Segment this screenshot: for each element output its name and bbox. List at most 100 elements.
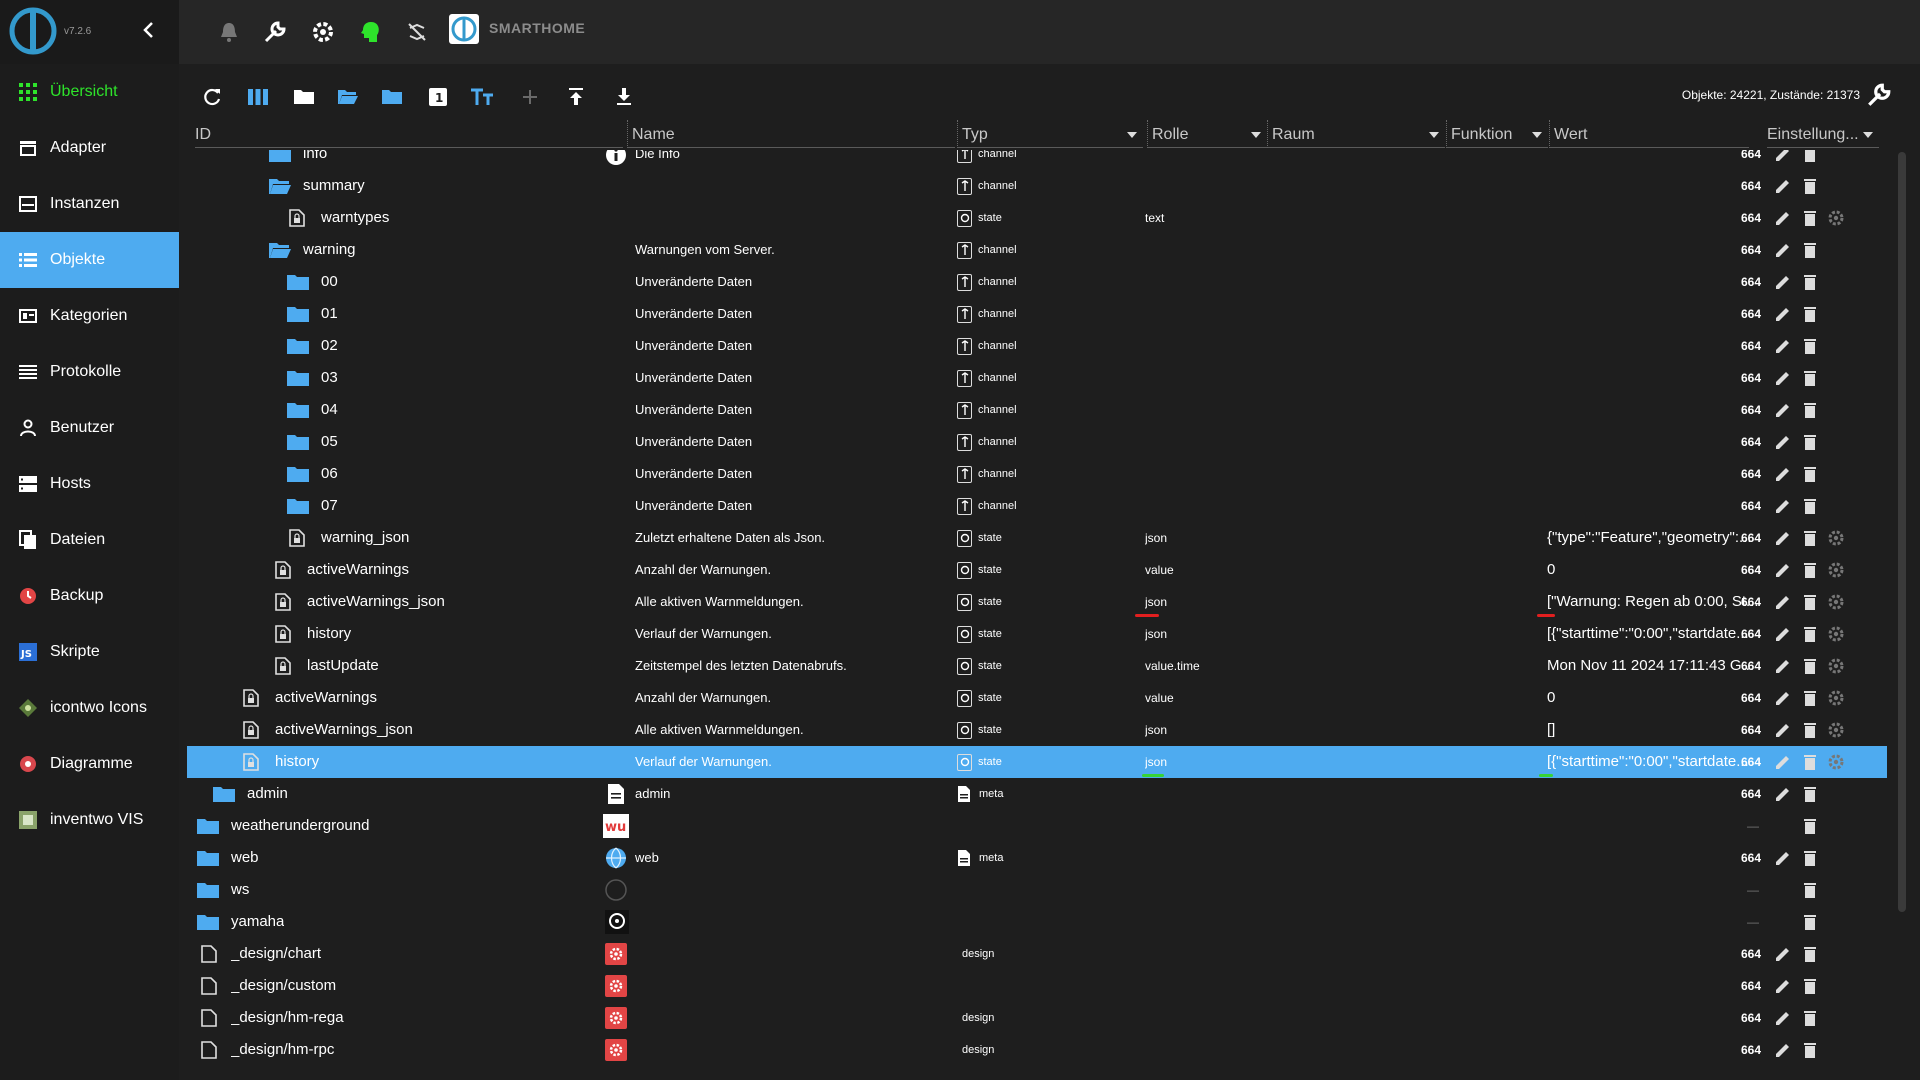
object-id[interactable]: admin [247,778,288,810]
gear-icon[interactable] [1827,753,1845,771]
object-id[interactable]: lastUpdate [307,650,379,682]
object-id[interactable]: 02 [321,330,338,362]
column-header-role[interactable]: Rolle [1147,120,1267,148]
object-id[interactable]: weatherunderground [231,810,369,842]
folder-icon[interactable] [287,337,309,355]
delete-icon[interactable] [1801,785,1819,803]
folder-icon[interactable] [197,913,219,931]
object-id[interactable]: 04 [321,394,338,426]
table-row[interactable]: 03 Unveränderte Daten channel 664 [187,362,1887,394]
edit-icon[interactable] [1774,721,1792,739]
table-row[interactable]: _design/hm-rega design 664 [187,1002,1887,1034]
sync-button[interactable] [403,18,431,46]
delete-icon[interactable] [1801,305,1819,323]
gear-icon[interactable] [1827,561,1845,579]
delete-icon[interactable] [1801,177,1819,195]
folder-icon[interactable] [287,497,309,515]
columns-button[interactable] [245,84,271,110]
folder-icon[interactable] [213,785,235,803]
column-header-settings[interactable]: Einstellung... [1767,120,1879,148]
object-id[interactable]: 00 [321,266,338,298]
gear-icon[interactable] [1827,721,1845,739]
folder-icon[interactable] [197,849,219,867]
table-row[interactable]: _design/hm-rpc design 664 [187,1034,1887,1066]
sidebar-item-inventwo-vis[interactable]: inventwo VIS [0,792,179,848]
sidebar-item-dateien[interactable]: Dateien [0,512,179,568]
table-row[interactable]: 01 Unveränderte Daten channel 664 [187,298,1887,330]
table-row[interactable]: warntypes state text 664 [187,202,1887,234]
folder-open-icon[interactable] [269,177,291,195]
folder-icon[interactable] [197,881,219,899]
folder-open-icon[interactable] [269,241,291,259]
sidebar-item-objekte[interactable]: Objekte [0,232,179,288]
table-row[interactable]: history Verlauf der Warnungen. state jso… [187,618,1887,650]
sidebar-item-uebersicht[interactable]: Übersicht [0,64,179,120]
object-id[interactable]: 07 [321,490,338,522]
object-id[interactable]: warntypes [321,202,389,234]
edit-icon[interactable] [1774,1041,1792,1059]
expand-all-button[interactable] [335,84,361,110]
table-row[interactable]: warning_json Zuletzt erhaltene Daten als… [187,522,1887,554]
table-row[interactable]: 07 Unveränderte Daten channel 664 [187,490,1887,522]
edit-icon[interactable] [1774,977,1792,995]
delete-icon[interactable] [1801,817,1819,835]
edit-icon[interactable] [1774,849,1792,867]
delete-icon[interactable] [1801,657,1819,675]
expand-level-button[interactable]: 1 [425,84,451,110]
add-object-button[interactable] [517,84,543,110]
object-id[interactable]: _design/custom [231,970,336,1002]
gear-icon[interactable] [1827,209,1845,227]
edit-icon[interactable] [1774,593,1792,611]
table-row[interactable]: 00 Unveränderte Daten channel 664 [187,266,1887,298]
edit-icon[interactable] [1774,150,1792,163]
delete-icon[interactable] [1801,1009,1819,1027]
gear-icon[interactable] [1827,625,1845,643]
text-size-button[interactable] [469,84,495,110]
folder-icon[interactable] [287,401,309,419]
folder-button[interactable] [291,84,317,110]
sidebar-item-icontwo-icons[interactable]: icontwo Icons [0,680,179,736]
edit-icon[interactable] [1774,497,1792,515]
object-id[interactable]: history [275,746,319,778]
column-header-name[interactable]: Name [627,120,955,148]
table-row[interactable]: yamaha — [187,906,1887,938]
sidebar-item-instanzen[interactable]: Instanzen [0,176,179,232]
edit-icon[interactable] [1774,561,1792,579]
delete-icon[interactable] [1801,689,1819,707]
delete-icon[interactable] [1801,401,1819,419]
edit-icon[interactable] [1774,753,1792,771]
gear-icon[interactable] [1827,593,1845,611]
delete-icon[interactable] [1801,150,1819,163]
collapse-sidebar-button[interactable] [138,20,158,44]
delete-icon[interactable] [1801,625,1819,643]
delete-icon[interactable] [1801,1041,1819,1059]
edit-icon[interactable] [1774,689,1792,707]
vertical-scrollbar[interactable] [1898,152,1906,1072]
table-row[interactable]: 05 Unveränderte Daten channel 664 [187,426,1887,458]
edit-icon[interactable] [1774,785,1792,803]
table-row[interactable]: _design/chart design 664 [187,938,1887,970]
table-row[interactable]: 06 Unveränderte Daten channel 664 [187,458,1887,490]
edit-icon[interactable] [1774,625,1792,643]
gear-icon[interactable] [1827,689,1845,707]
column-header-room[interactable]: Raum [1267,120,1445,148]
delete-icon[interactable] [1801,433,1819,451]
table-row[interactable]: ws — [187,874,1887,906]
sidebar-item-adapter[interactable]: Adapter [0,120,179,176]
folder-icon[interactable] [287,305,309,323]
sidebar-item-protokolle[interactable]: Protokolle [0,344,179,400]
edit-icon[interactable] [1774,433,1792,451]
object-id[interactable]: _design/hm-rpc [231,1034,334,1066]
delete-icon[interactable] [1801,337,1819,355]
object-id[interactable]: yamaha [231,906,284,938]
object-id[interactable]: _design/chart [231,938,321,970]
table-row[interactable]: weatherunderground wu — [187,810,1887,842]
delete-icon[interactable] [1801,529,1819,547]
custom-settings-button[interactable] [1866,82,1894,110]
edit-icon[interactable] [1774,305,1792,323]
column-header-id[interactable]: ID [195,120,623,148]
delete-icon[interactable] [1801,369,1819,387]
sidebar-item-skripte[interactable]: JS Skripte [0,624,179,680]
edit-icon[interactable] [1774,337,1792,355]
edit-icon[interactable] [1774,369,1792,387]
